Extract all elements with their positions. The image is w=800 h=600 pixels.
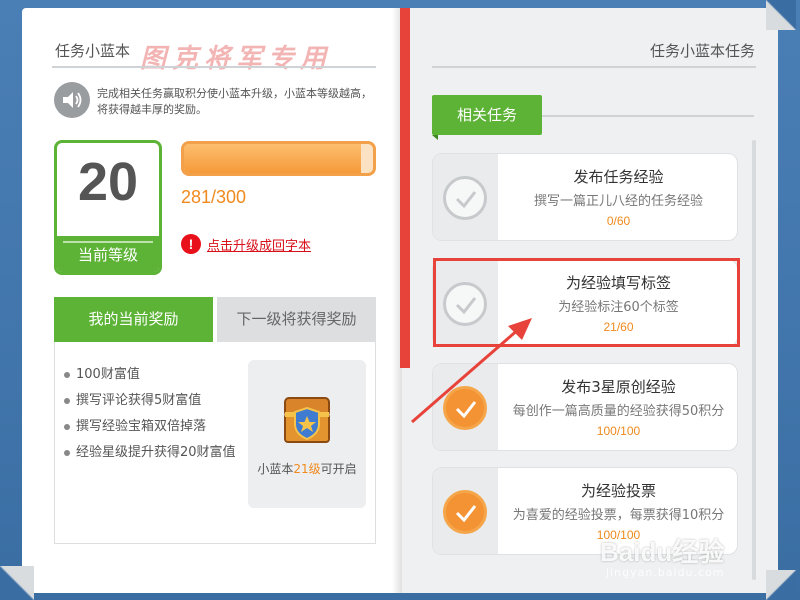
level-label-text: 当前等级 (77, 246, 138, 264)
divider (542, 115, 754, 117)
chest-suffix: 可开启 (320, 462, 357, 476)
reward-list: 100财富值 撰写评论获得5财富值 撰写经验宝箱双倍掉落 经验星级提升获得20财… (64, 362, 239, 466)
task-desc: 为喜爱的经验投票，每票获得10积分 (512, 508, 725, 523)
progress-fill (184, 144, 362, 173)
level-footer-line (63, 241, 153, 243)
speaker-icon (54, 82, 90, 118)
task-title: 发布任务经验 (573, 168, 664, 186)
task-desc: 撰写一篇正儿八经的任务经验 (533, 194, 703, 209)
watermark-text: 图克将军专用 (140, 44, 333, 74)
right-page-title: 任务小蓝本任务 (649, 42, 755, 60)
scrollbar[interactable] (752, 140, 756, 580)
intro-text: 完成相关任务赢取积分使小蓝本升级，小蓝本等级越高，将获得越丰厚的奖励。 (97, 87, 372, 116)
upgrade-row[interactable]: ! 点击升级成回字本 (181, 234, 311, 254)
treasure-chest-card[interactable]: 小蓝本21级可开启 (248, 360, 366, 508)
list-item: 100财富值 (64, 362, 239, 388)
page-corner (0, 566, 34, 600)
chest-label: 小蓝本21级可开启 (248, 460, 366, 477)
reward-tabs: 我的当前奖励 下一级将获得奖励 (54, 297, 376, 350)
divider (52, 66, 376, 68)
upgrade-link[interactable]: 点击升级成回字本 (207, 235, 311, 254)
chest-level: 21级 (293, 462, 321, 476)
brand-watermark: Baidu经验 (600, 537, 725, 567)
tab-current-rewards[interactable]: 我的当前奖励 (54, 297, 213, 342)
task-title: 为经验投票 (580, 482, 656, 500)
list-item: 经验星级提升获得20财富值 (64, 440, 239, 466)
progress-text: 281/300 (181, 187, 247, 207)
tab-next-rewards[interactable]: 下一级将获得奖励 (217, 297, 376, 342)
brand-url: jingyan.baidu.com (606, 566, 725, 579)
warning-icon: ! (181, 234, 201, 254)
checkmark-icon (443, 490, 487, 534)
checkmark-icon (443, 176, 487, 220)
left-page-title: 任务小蓝本 (55, 42, 131, 60)
treasure-chest-icon (282, 392, 332, 446)
level-label: 当前等级 (57, 236, 159, 272)
task-card[interactable]: 发布任务经验 撰写一篇正儿八经的任务经验 0/60 (432, 153, 738, 241)
list-item: 撰写评论获得5财富值 (64, 388, 239, 414)
divider (432, 66, 756, 68)
chest-prefix: 小蓝本 (257, 462, 294, 476)
level-value: 20 (77, 152, 139, 212)
list-item: 撰写经验宝箱双倍掉落 (64, 414, 239, 440)
banner-fold (432, 135, 438, 140)
level-progress-bar (181, 141, 376, 176)
page-corner (766, 0, 796, 30)
level-card: 20 当前等级 (54, 140, 162, 275)
task-progress: 0/60 (606, 214, 631, 228)
page-corner (766, 570, 796, 600)
arrow-annotation (411, 318, 532, 424)
section-banner: 相关任务 (432, 95, 542, 135)
